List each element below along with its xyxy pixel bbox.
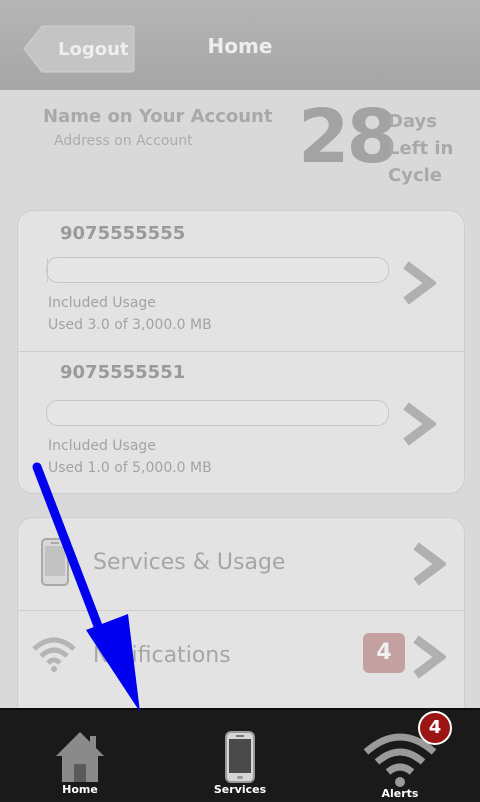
line-number: 9075555551 <box>60 362 185 383</box>
tab-services[interactable]: Services <box>160 710 320 802</box>
tab-bar: Home Services Alerts <box>0 708 480 802</box>
phone-icon <box>224 730 256 784</box>
days-left-count: 28 <box>298 100 395 174</box>
usage-bar <box>46 257 389 283</box>
home-icon <box>54 730 106 784</box>
tab-home[interactable]: Home <box>0 710 160 802</box>
usage-text: Used 1.0 of 5,000.0 MB <box>48 460 212 476</box>
chevron-right-icon <box>410 542 446 586</box>
chevron-right-icon <box>400 261 436 305</box>
tab-alerts[interactable]: Alerts <box>320 710 480 802</box>
usage-text: Used 3.0 of 3,000.0 MB <box>48 317 212 333</box>
services-usage-item[interactable]: Services & Usage <box>18 518 464 610</box>
chevron-right-icon <box>400 402 436 446</box>
chevron-right-icon <box>410 635 446 679</box>
lines-card: 9075555555 Included Usage Used 3.0 of 3,… <box>17 210 465 494</box>
notifications-count-badge: 4 <box>363 633 405 673</box>
days-label-line-2: Left in <box>388 135 453 162</box>
notifications-item[interactable]: Notifications 4 <box>18 611 464 703</box>
alerts-count-badge: 4 <box>418 711 452 745</box>
line-row[interactable]: 9075555555 Included Usage Used 3.0 of 3,… <box>18 211 464 352</box>
account-name: Name on Your Account <box>43 106 272 127</box>
account-address: Address on Account <box>54 133 193 149</box>
page-title: Home <box>0 34 480 58</box>
tab-services-label: Services <box>160 783 320 796</box>
tab-alerts-label: Alerts <box>320 787 480 800</box>
tab-home-label: Home <box>0 783 160 796</box>
days-left-label: Days Left in Cycle <box>388 108 453 189</box>
line-number: 9075555555 <box>60 223 185 244</box>
usage-title: Included Usage <box>48 438 156 454</box>
menu-card: Services & Usage Notifications 4 <box>17 517 465 739</box>
days-label-line-3: Cycle <box>388 162 453 189</box>
header-bar: Logout Home <box>0 0 480 90</box>
usage-bar <box>46 400 389 426</box>
services-usage-label: Services & Usage <box>93 550 285 575</box>
line-row[interactable]: 9075555551 Included Usage Used 1.0 of 5,… <box>18 352 464 493</box>
days-label-line-1: Days <box>388 108 453 135</box>
notifications-label: Notifications <box>93 643 231 668</box>
phone-icon <box>41 538 69 586</box>
usage-title: Included Usage <box>48 295 156 311</box>
signal-icon <box>30 633 78 673</box>
